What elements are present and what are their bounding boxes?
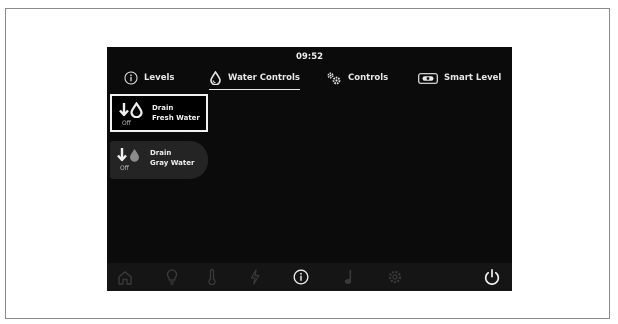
tile-label: Drain Fresh Water <box>152 104 200 123</box>
tab-bar: Levels Water Controls Controls Smart Lev… <box>107 68 512 90</box>
display-screen: 09:52 Levels Water Controls Controls Sma… <box>107 47 512 291</box>
dock-music-button[interactable] <box>339 267 359 287</box>
drain-gray-water-button[interactable]: Off Drain Gray Water <box>110 141 208 179</box>
tile-label-line1: Drain <box>150 149 172 157</box>
tile-status: Off <box>120 165 129 172</box>
bottom-dock <box>107 263 512 291</box>
tab-label: Levels <box>144 73 175 83</box>
tab-label: Smart Level <box>444 73 502 83</box>
tile-status: Off <box>122 120 131 127</box>
tab-controls[interactable]: Controls <box>326 68 388 88</box>
info-icon <box>293 269 309 285</box>
drain-fresh-water-icon <box>119 102 143 118</box>
tab-water-controls[interactable]: Water Controls <box>209 68 300 90</box>
dock-power-button[interactable] <box>245 267 265 287</box>
tile-label-line2: Gray Water <box>150 158 195 167</box>
dock-settings-button[interactable] <box>385 267 405 287</box>
dock-info-button[interactable] <box>291 267 311 287</box>
lightbulb-icon <box>166 269 178 285</box>
settings-gear-icon <box>388 270 402 284</box>
dock-home-button[interactable] <box>115 267 135 287</box>
smart-level-icon <box>418 72 438 84</box>
dock-lighting-button[interactable] <box>162 267 182 287</box>
tile-label-line1: Drain <box>152 104 174 112</box>
tab-smart-level[interactable]: Smart Level <box>418 68 501 88</box>
music-note-icon <box>344 270 352 284</box>
water-drop-icon <box>210 71 221 85</box>
tab-label: Controls <box>348 73 389 83</box>
power-button-icon <box>484 268 500 285</box>
drain-gray-water-icon <box>117 148 139 162</box>
clock: 09:52 <box>295 52 324 62</box>
dock-temperature-button[interactable] <box>202 267 222 287</box>
home-icon <box>118 270 132 285</box>
drain-fresh-water-button[interactable]: Off Drain Fresh Water <box>110 94 208 132</box>
tile-label: Drain Gray Water <box>150 149 194 168</box>
gears-icon <box>327 72 341 85</box>
tab-label: Water Controls <box>228 73 300 83</box>
tab-levels[interactable]: Levels <box>124 68 174 88</box>
tile-label-line2: Fresh Water <box>152 113 200 122</box>
dock-shutdown-button[interactable] <box>482 267 502 287</box>
power-bolt-icon <box>250 269 260 285</box>
info-circle-icon <box>124 71 138 85</box>
thermometer-icon <box>208 269 216 285</box>
